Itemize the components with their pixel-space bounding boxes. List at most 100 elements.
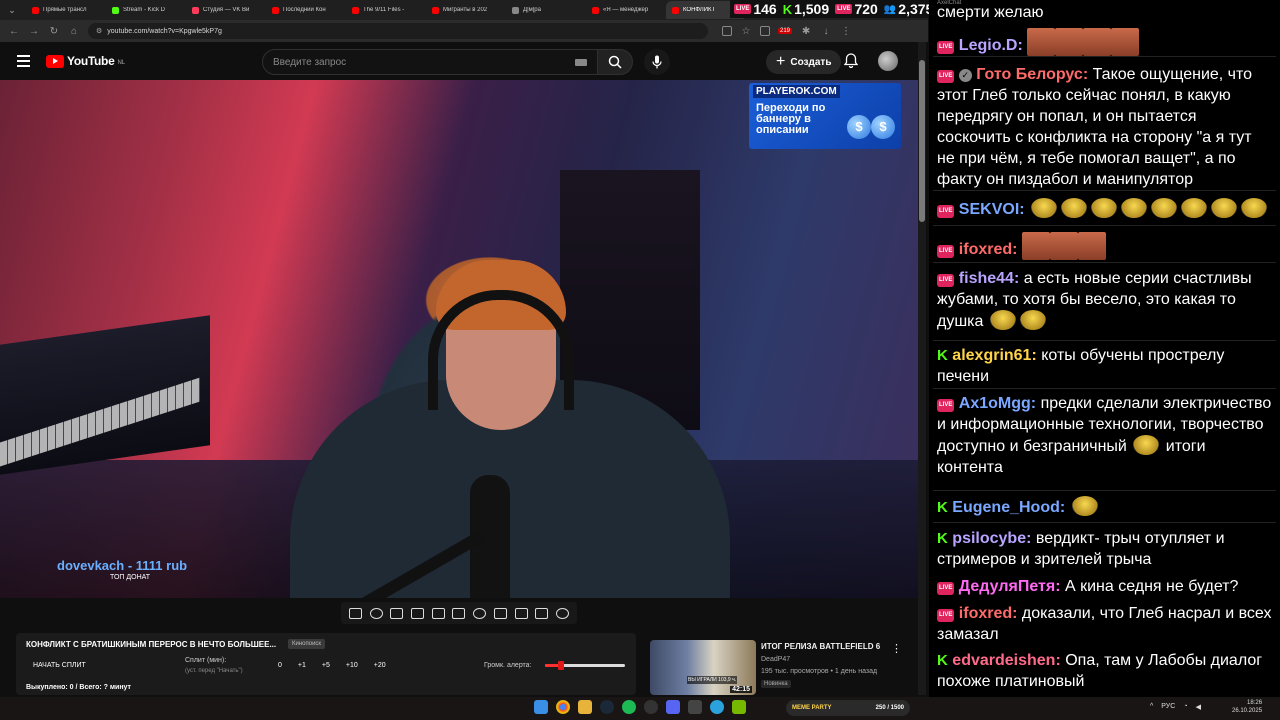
browser-tab[interactable]: Студия — VK Ви [186, 1, 264, 19]
url-text: youtube.com/watch?v=Kpgwle5kP7g [107, 27, 222, 35]
reload-icon[interactable]: ↻ [48, 26, 60, 37]
back-icon[interactable]: ← [8, 26, 20, 37]
split-plus-5-button[interactable]: +5 [322, 662, 330, 669]
system-clock[interactable]: 18:26 26.10.2025 [1232, 699, 1262, 715]
screenshot-icon[interactable] [390, 607, 404, 619]
download-icon[interactable]: ↓ [820, 26, 832, 37]
browser-tab[interactable]: Последний Кон [266, 1, 344, 19]
chat-nickname[interactable]: alexgrin61: [952, 347, 1036, 364]
chat-nickname[interactable]: Legio.D: [959, 37, 1023, 54]
chrome-icon[interactable] [556, 700, 570, 714]
alert-volume-thumb[interactable] [558, 661, 564, 670]
files-icon[interactable] [578, 700, 592, 714]
youtube-header: YouTube NL + Создать [0, 42, 920, 80]
avatar[interactable] [878, 51, 898, 71]
search-input[interactable] [273, 56, 575, 68]
theater-icon[interactable] [452, 607, 466, 619]
steam-icon[interactable] [600, 700, 614, 714]
url-field[interactable]: ⚙ youtube.com/watch?v=Kpgwle5kP7g [88, 23, 708, 39]
tab-search-icon[interactable]: ⌄ [4, 2, 20, 18]
chat-message-fragment: смерти желаю [937, 4, 1044, 21]
spotify-icon[interactable] [622, 700, 636, 714]
picture-in-picture-icon[interactable] [431, 607, 445, 619]
alert-volume-slider[interactable] [545, 661, 625, 670]
chat-nickname[interactable]: ifoxred: [959, 605, 1018, 622]
kick-platform-icon: K [937, 530, 948, 547]
search-box[interactable] [262, 49, 598, 75]
video-title: КОНФЛИКТ С БРАТИШКИНЫМ ПЕРЕРОС В НЕЧТО Б… [26, 640, 277, 649]
start-split-button[interactable]: НАЧАТЬ СПЛИТ [33, 662, 86, 669]
video-player[interactable] [0, 80, 918, 598]
notifications-button[interactable] [843, 53, 859, 73]
more-menu-icon[interactable]: ⋮ [840, 26, 852, 37]
chat-nickname[interactable]: SEKVOI: [959, 201, 1025, 218]
app-icon[interactable] [688, 700, 702, 714]
face-emote-icon [1049, 232, 1078, 260]
clock-date: 26.10.2025 [1232, 708, 1263, 714]
pot-emote-icon [1181, 198, 1208, 218]
add-icon[interactable] [514, 607, 528, 619]
settings-gear-icon[interactable] [556, 607, 570, 619]
obs-icon[interactable] [644, 700, 658, 714]
chat-message: K psilocybe: вердикт- трыч отупляет и ст… [937, 528, 1272, 570]
chat-nickname[interactable]: ifoxred: [959, 241, 1018, 258]
video-thumbnail[interactable]: ВЫ ИГРАЛИ 103,9 ч. 42:15 [650, 640, 756, 695]
chat-text: А кина седня не будет? [1064, 578, 1239, 595]
kick-viewers-stat: K 1,509 [783, 1, 829, 17]
browser-tab[interactable]: «Я — менеджер [586, 1, 664, 19]
site-info-icon[interactable]: ⚙ [96, 27, 102, 35]
kick-platform-icon: K [937, 652, 948, 669]
chat-nickname[interactable]: psilocybe: [952, 530, 1031, 547]
search-button[interactable] [597, 49, 633, 75]
bookmark-star-icon[interactable]: ☆ [740, 26, 752, 37]
browser-tab[interactable]: Д|м|ра [506, 1, 584, 19]
menu-icon[interactable] [17, 55, 30, 67]
youtube-logo[interactable]: YouTube NL [46, 54, 125, 68]
chat-nickname[interactable]: ДедуляПетя: [959, 578, 1061, 595]
start-icon[interactable] [534, 700, 548, 714]
discord-icon[interactable] [666, 700, 680, 714]
extension-icon[interactable] [760, 26, 770, 36]
volume-icon[interactable]: ◀ [1196, 703, 1201, 711]
sponsor-banner[interactable]: PLAYEROK.COM Переходи по баннеру в описа… [749, 83, 901, 149]
home-icon[interactable]: ⌂ [68, 26, 80, 37]
browser-tab[interactable]: Stream - Kick D [106, 1, 184, 19]
chat-nickname[interactable]: edvardeishen: [952, 652, 1060, 669]
nvidia-icon[interactable] [732, 700, 746, 714]
tab-title: Д|м|ра [523, 7, 541, 13]
create-button[interactable]: + Создать [766, 50, 842, 74]
chat-nickname[interactable]: Ax1oMgg: [959, 395, 1036, 412]
meme-party-widget[interactable]: MEME PARTY 250 / 1500 [786, 700, 910, 716]
browser-tab[interactable]: The 9/11 Files - [346, 1, 424, 19]
page-scrollbar[interactable] [918, 42, 926, 695]
keyboard-icon[interactable] [575, 58, 587, 66]
speed-icon[interactable] [473, 607, 487, 619]
page-scrollbar-thumb[interactable] [919, 60, 925, 222]
recommended-title[interactable]: ИТОГ РЕЛИЗА BATTLEFIELD 6 [761, 642, 880, 651]
browser-tab[interactable]: Прямые трансл [26, 1, 104, 19]
install-app-icon[interactable] [722, 26, 732, 36]
kinopoisk-link[interactable]: Кинопоиск [288, 639, 326, 649]
clip-icon[interactable] [411, 607, 425, 619]
tray-expand-icon[interactable]: ^ [1150, 703, 1153, 711]
camera-icon[interactable] [535, 607, 549, 619]
split-plus-10-button[interactable]: +10 [346, 662, 358, 669]
chat-nickname[interactable]: Гото Белорус: [976, 66, 1088, 83]
wifi-icon[interactable]: ◔ [1183, 703, 1187, 711]
puzzle-extensions-icon[interactable]: ✱ [800, 26, 812, 37]
recommended-video[interactable]: ВЫ ИГРАЛИ 103,9 ч. 42:15 ИТОГ РЕЛИЗА BAT… [650, 640, 916, 696]
fullscreen-icon[interactable] [493, 607, 507, 619]
voice-search-button[interactable] [644, 49, 670, 75]
forward-icon[interactable]: → [28, 26, 40, 37]
telegram-icon[interactable] [710, 700, 724, 714]
audio-icon[interactable] [369, 607, 383, 619]
split-plus-1-button[interactable]: +1 [298, 662, 306, 669]
browser-tab[interactable]: Мигранты в 202 [426, 1, 504, 19]
more-actions-icon[interactable]: ⋮ [891, 642, 902, 655]
chat-nickname[interactable]: fishe44: [959, 270, 1019, 287]
loop-icon[interactable] [348, 607, 362, 619]
chat-nickname[interactable]: Eugene_Hood: [952, 499, 1065, 516]
recommended-channel[interactable]: DeadP47 [761, 656, 790, 663]
language-indicator[interactable]: РУС [1161, 703, 1175, 711]
split-plus-20-button[interactable]: +20 [374, 662, 386, 669]
